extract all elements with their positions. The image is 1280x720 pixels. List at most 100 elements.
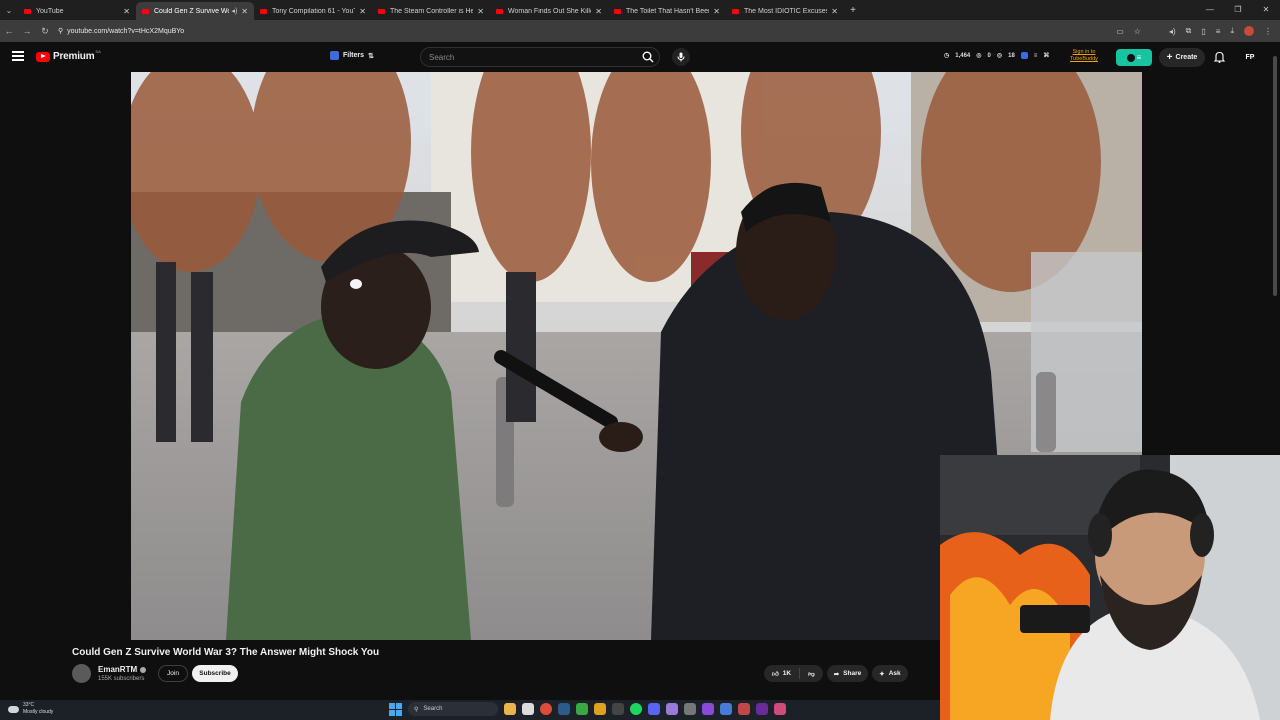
app-icon[interactable]	[666, 703, 678, 715]
filter-sliders-icon: ⇅	[368, 52, 374, 60]
youtube-play-logo-icon	[36, 51, 50, 62]
webcam-frame	[940, 455, 1280, 720]
browser-menu-icon[interactable]: ⋮	[1264, 27, 1272, 36]
app-icon[interactable]	[720, 703, 732, 715]
search-input[interactable]: Search	[420, 47, 660, 67]
browser-tab-strip: ⌄ YouTube✕ Could Gen Z Survive World◂)✕ …	[0, 0, 1280, 20]
window-controls: — ❐ ✕	[1196, 0, 1280, 20]
youtube-favicon-icon	[260, 8, 267, 14]
browser-tab[interactable]: Woman Finds Out She Killed H✕	[490, 2, 608, 20]
store-icon[interactable]	[522, 703, 534, 715]
file-explorer-icon[interactable]	[504, 703, 516, 715]
browser-tab[interactable]: The Most IDIOTIC Excuses Ever✕	[726, 2, 844, 20]
voice-search-button[interactable]	[672, 48, 690, 66]
tubebuddy-signin-link[interactable]: Sign in to TubeBuddy	[1070, 49, 1098, 63]
join-button[interactable]: Join	[158, 665, 188, 682]
youtube-favicon-icon	[24, 8, 31, 14]
windows-start-icon[interactable]	[389, 702, 402, 716]
menu-lines-icon: ≡	[1136, 53, 1142, 62]
url-field[interactable]: ⚲ youtube.com/watch?v=tHcX2MquBYo	[58, 27, 184, 36]
close-tab-icon[interactable]: ✕	[241, 7, 248, 16]
app-icon[interactable]	[774, 703, 786, 715]
cast-icon[interactable]: ▭	[1116, 27, 1124, 36]
filters-button[interactable]: Filters ⇅	[330, 51, 374, 60]
taskbar-search[interactable]: ⚲ Search	[408, 702, 498, 716]
thumbs-down-icon: 👎︎	[808, 670, 815, 678]
xbox-icon[interactable]	[576, 703, 588, 715]
spotify-icon[interactable]	[630, 703, 642, 715]
chrome-icon[interactable]	[540, 703, 552, 715]
media-control-icon[interactable]: ◂)	[1169, 27, 1176, 36]
close-tab-icon[interactable]: ✕	[831, 7, 838, 16]
close-tab-icon[interactable]: ✕	[713, 7, 720, 16]
youtube-favicon-icon	[732, 8, 739, 14]
profile-avatar-icon[interactable]	[1244, 26, 1254, 36]
channel-name-link[interactable]: EmanRTM	[98, 665, 147, 674]
discord-icon[interactable]	[648, 703, 660, 715]
subscribe-button[interactable]: Subscribe	[192, 665, 238, 682]
browser-tab[interactable]: Tony Compilation 61 - YouT ✕	[254, 2, 372, 20]
filter-extension-icon	[330, 51, 339, 60]
close-tab-icon[interactable]: ✕	[359, 7, 366, 16]
close-window-icon[interactable]: ✕	[1252, 0, 1280, 20]
create-button[interactable]: + Create	[1159, 48, 1205, 67]
weather-widget[interactable]: 33°C Mostly cloudy	[8, 702, 53, 716]
steam-icon[interactable]	[558, 703, 570, 715]
tubebuddy-stats: ◷ 1,464 ◎ 0 ◎ 18 ≡ ⌘	[944, 52, 1050, 59]
plus-icon: +	[1166, 52, 1173, 63]
browser-tab-active[interactable]: Could Gen Z Survive World◂)✕	[136, 2, 254, 20]
youtube-favicon-icon	[142, 8, 149, 14]
maximize-icon[interactable]: ❐	[1224, 0, 1252, 20]
bookmark-star-icon[interactable]: ☆	[1134, 27, 1141, 36]
close-tab-icon[interactable]: ✕	[123, 7, 130, 16]
obs-icon[interactable]	[612, 703, 624, 715]
tab-search-icon[interactable]: ⌄	[0, 0, 18, 20]
video-title: Could Gen Z Survive World War 3? The Ans…	[72, 647, 380, 658]
browser-tab[interactable]: The Steam Controller is Here ✕	[372, 2, 490, 20]
hamburger-menu-icon[interactable]	[12, 51, 24, 63]
downloads-icon[interactable]: ⤓	[1230, 26, 1234, 36]
split-view-icon[interactable]: ▯	[1201, 27, 1205, 36]
app-icon[interactable]	[594, 703, 606, 715]
close-tab-icon[interactable]: ✕	[595, 7, 602, 16]
youtube-masthead: Premium SA Filters ⇅ Search ◷ 1,464 ◎ 0 …	[0, 42, 1280, 72]
address-bar: ← → ↻ ⚲ youtube.com/watch?v=tHcX2MquBYo …	[0, 20, 1280, 42]
extensions-icon[interactable]: ⧉	[1186, 26, 1192, 36]
taskbar-apps: ⚲ Search	[389, 702, 786, 716]
back-icon[interactable]: ←	[0, 26, 18, 36]
app-icon[interactable]	[738, 703, 750, 715]
browser-tab[interactable]: YouTube ✕	[18, 2, 136, 20]
search-button[interactable]	[636, 47, 660, 67]
app-icon[interactable]	[684, 703, 696, 715]
youtube-favicon-icon	[378, 8, 385, 14]
new-tab-icon[interactable]: +	[844, 5, 862, 16]
close-tab-icon[interactable]: ✕	[477, 7, 484, 16]
minimize-icon[interactable]: —	[1196, 0, 1224, 20]
video-actions: 👍︎ 1K 👎︎ ➦ Share ✦ Ask	[764, 665, 908, 682]
account-avatar[interactable]: FP	[1242, 49, 1258, 65]
tubebuddy-logo-icon	[1126, 53, 1135, 62]
tag-icon[interactable]: ⌘	[1043, 52, 1049, 59]
ask-button[interactable]: ✦ Ask	[872, 665, 908, 682]
forward-icon[interactable]: →	[18, 26, 36, 36]
app-icon[interactable]	[702, 703, 714, 715]
notifications-bell-icon[interactable]	[1213, 50, 1226, 68]
app-icon[interactable]	[756, 703, 768, 715]
channel-avatar[interactable]	[72, 664, 91, 683]
reading-list-icon[interactable]: ≡	[1216, 27, 1221, 36]
like-button[interactable]: 👍︎ 1K	[764, 668, 801, 679]
youtube-premium-logo[interactable]: Premium SA	[36, 49, 101, 62]
tubebuddy-menu-button[interactable]: ≡	[1116, 49, 1152, 66]
browser-tab[interactable]: The Toilet That Hasn't Been Cle✕	[608, 2, 726, 20]
dislike-button[interactable]: 👎︎	[800, 670, 823, 678]
site-info-icon[interactable]: ⚲	[58, 27, 63, 35]
list-icon[interactable]: ≡	[1034, 53, 1038, 59]
search-icon	[642, 51, 654, 63]
streamer-webcam-overlay	[940, 455, 1280, 720]
verified-badge-icon	[140, 666, 147, 673]
speaker-icon[interactable]: ◂)	[231, 7, 237, 15]
reload-icon[interactable]: ↻	[36, 26, 54, 37]
browser-toolbar-icons: ▭ ☆ ◂) ⧉ ▯ ≡ ⤓ ⋮	[1116, 20, 1272, 42]
share-button[interactable]: ➦ Share	[826, 665, 869, 682]
extension-badge-icon[interactable]	[1020, 52, 1028, 59]
